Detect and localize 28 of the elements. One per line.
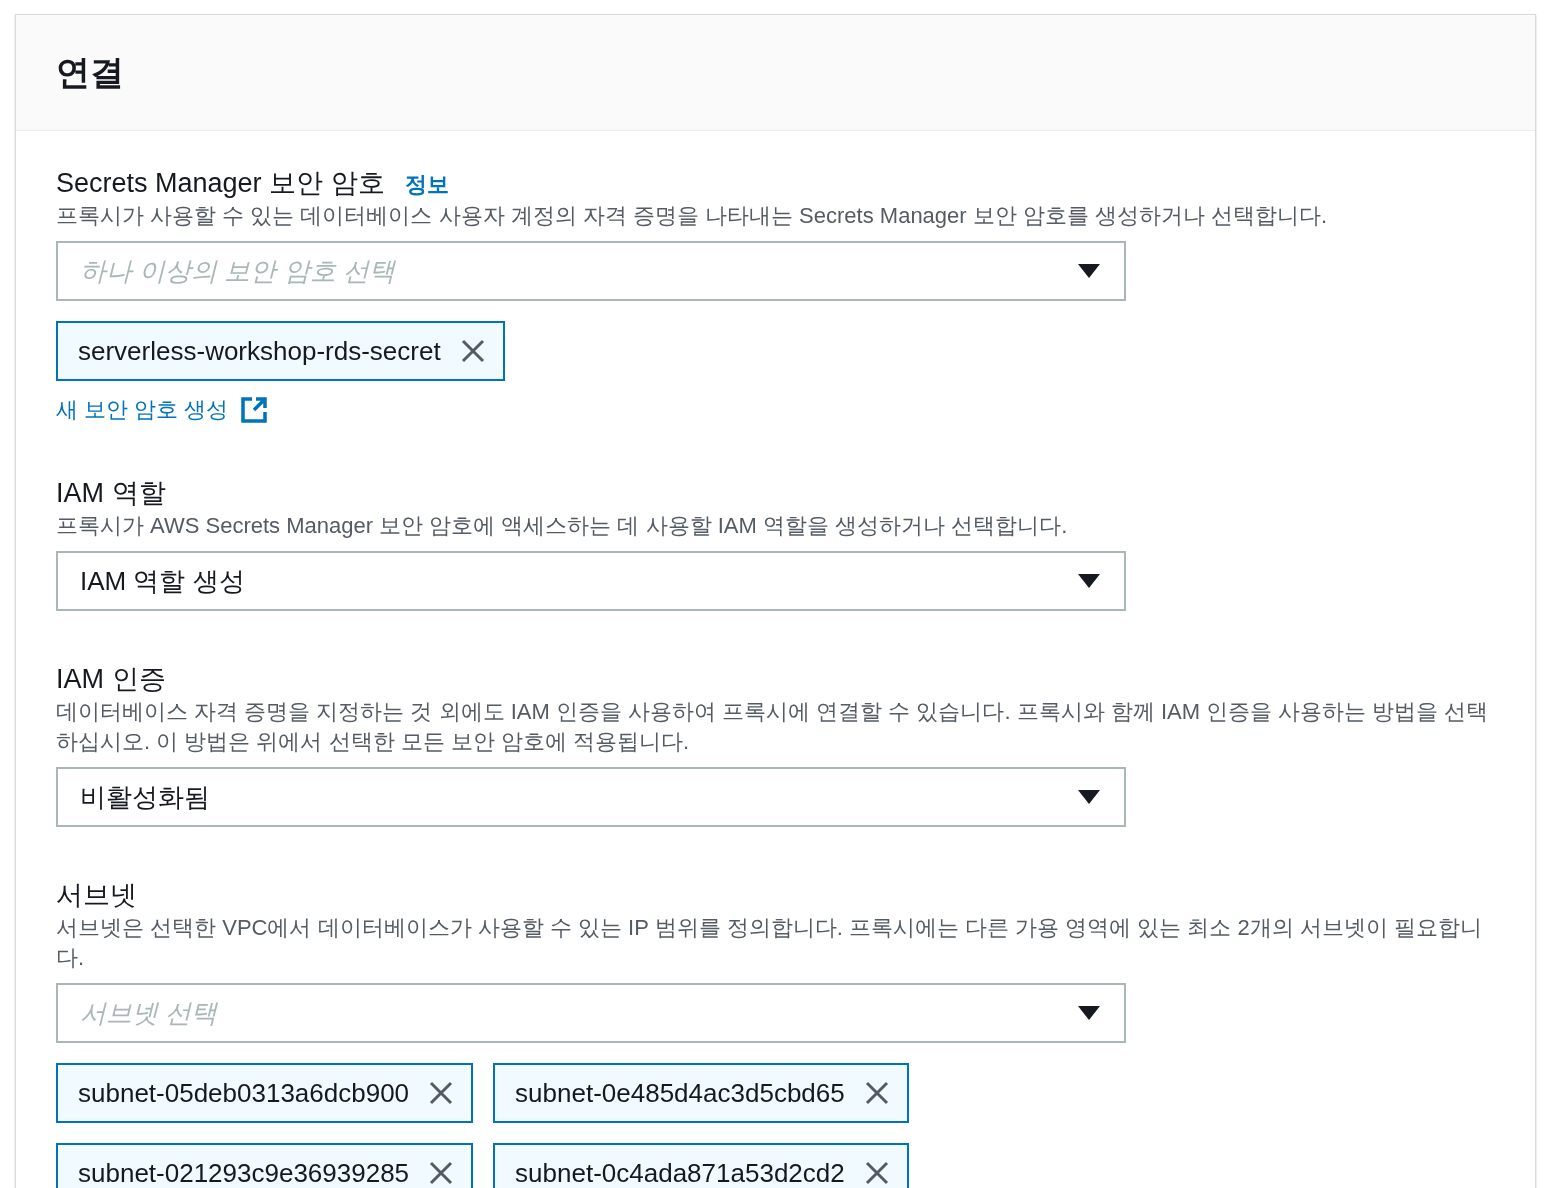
field-description: 데이터베이스 자격 증명을 지정하는 것 외에도 IAM 인증을 사용하여 프록시에 연결할 수 있습니다. 프록시와 함께 IAM 인증을 사용하는 방법을 선택하십시오. 이 방법은 위에서 선택한 모든 보안 암호에 적용됩니다. (56, 698, 1490, 756)
selected-token: subnet-0e485d4ac3d5cbd65 (493, 1063, 909, 1123)
field-label: IAM 인증 (56, 663, 166, 696)
selected-token: subnet-0c4ada871a53d2cd2 (493, 1143, 909, 1188)
field-description: 프록시가 사용할 수 있는 데이터베이스 사용자 계정의 자격 증명을 나타내는 Secrets Manager 보안 암호를 생성하거나 선택합니다. (56, 202, 1329, 230)
caret-icon (1078, 264, 1100, 278)
selected-token: subnet-05deb0313a6dcb900 (56, 1063, 474, 1123)
field-label: IAM 역할 (56, 477, 166, 510)
external-link-icon (240, 396, 269, 424)
field-label: 서브넷 (56, 879, 137, 912)
selected-token: subnet-021293c9e36939285 (56, 1143, 474, 1188)
close-icon[interactable] (864, 1081, 889, 1105)
create-secret-link[interactable]: 새 보안 암호 생성 (56, 395, 269, 425)
field-description: 서브넷은 선택한 VPC에서 데이터베이스가 사용할 수 있는 IP 범위를 정의합니다. 프록시에는 다른 가용 영역에 있는 최소 2개의 서브넷이 필요합니다. (56, 914, 1483, 972)
info-link[interactable]: 정보 (404, 170, 449, 200)
field-description: 프록시가 AWS Secrets Manager 보안 암호에 액세스하는 데 사용할 IAM 역할을 생성하거나 선택합니다. (56, 512, 1069, 540)
field-label: Secrets Manager 보안 암호 (56, 167, 385, 200)
select-dropdown[interactable]: 비활성화됨 (56, 767, 1126, 827)
close-icon[interactable] (429, 1081, 454, 1105)
select-dropdown[interactable]: IAM 역할 생성 (56, 551, 1126, 611)
caret-icon (1078, 790, 1100, 804)
section-title: 연결 (56, 51, 124, 93)
close-icon[interactable] (864, 1161, 889, 1185)
selected-token: serverless-workshop-rds-secret (56, 321, 505, 381)
close-icon[interactable] (460, 339, 485, 363)
caret-icon (1078, 574, 1100, 588)
close-icon[interactable] (429, 1161, 454, 1185)
caret-icon (1078, 1006, 1100, 1020)
